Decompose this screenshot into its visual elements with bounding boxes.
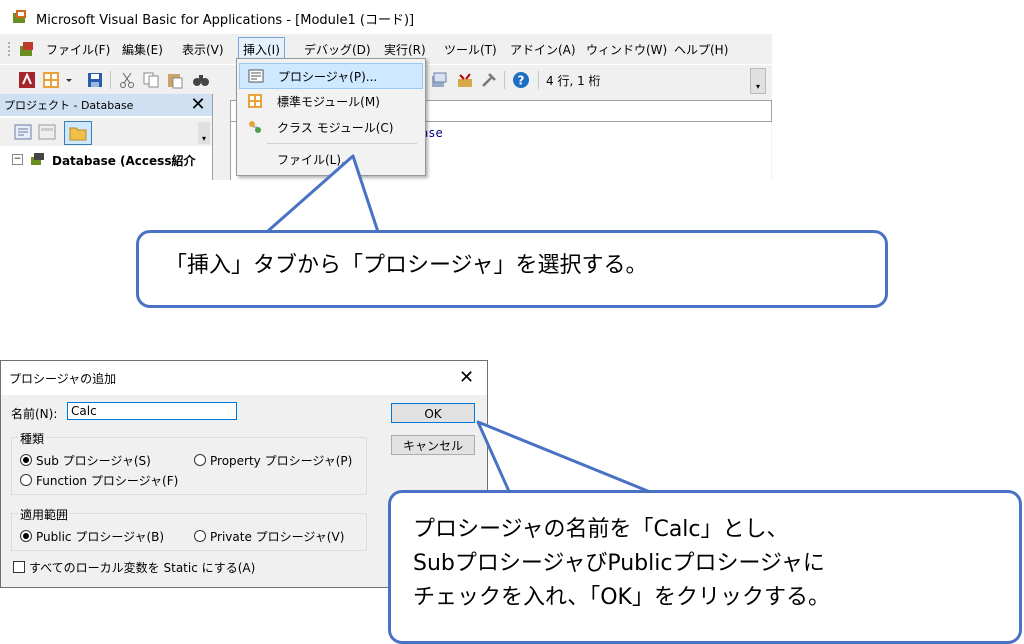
- vba-app-icon: [13, 10, 26, 23]
- tools-icon[interactable]: [480, 71, 498, 89]
- dialog-title: プロシージャの追加: [9, 372, 117, 386]
- scope-group-title: 適用範囲: [18, 506, 71, 523]
- menu-item-label: プロシージャ(P)...: [278, 70, 378, 84]
- object-browser-icon[interactable]: [430, 71, 448, 89]
- tree-collapse-toggle[interactable]: −: [12, 154, 23, 165]
- vba-project-icon: [31, 153, 44, 165]
- static-checkbox[interactable]: [13, 561, 25, 573]
- callout-joint: [521, 493, 656, 501]
- project-explorer-header: プロジェクト - Database ✕: [0, 94, 212, 116]
- procedure-icon: [248, 69, 264, 83]
- find-icon[interactable]: [192, 71, 210, 89]
- cursor-position-status: 4 行, 1 桁: [546, 74, 601, 88]
- callout-line-2: SubプロシージャびPublicプロシージャに: [413, 551, 825, 576]
- radio-property[interactable]: [194, 454, 206, 466]
- ok-button[interactable]: OK: [391, 403, 475, 423]
- project-tree: − Database (Access紹介: [0, 150, 212, 180]
- radio-function-label[interactable]: Function プロシージャ(F): [36, 472, 178, 489]
- toolbar-overflow-chevron[interactable]: ▾: [750, 68, 766, 94]
- view-object-icon[interactable]: [38, 124, 56, 140]
- radio-public-label[interactable]: Public プロシージャ(B): [36, 528, 164, 545]
- access-view-icon[interactable]: [18, 71, 36, 89]
- toolbox-icon[interactable]: [456, 71, 474, 89]
- class-module-icon: [249, 121, 261, 133]
- project-explorer-toolbar: ▾: [0, 118, 212, 146]
- scope-group: 適用範囲 Public プロシージャ(B) Private プロシージャ(V): [11, 506, 367, 551]
- save-icon[interactable]: [86, 71, 104, 89]
- folder-icon: [69, 127, 87, 141]
- module-icon: [248, 94, 262, 108]
- callout-insert-step: 「挿入」タブから「プロシージャ」を選択する。: [136, 230, 888, 308]
- toolbar-overflow-chevron[interactable]: ▾: [198, 122, 210, 144]
- vba-project-icon[interactable]: [18, 40, 36, 58]
- menu-window[interactable]: ウィンドウ(W): [586, 41, 667, 58]
- menu-help[interactable]: ヘルプ(H): [674, 41, 728, 58]
- callout-line-1: プロシージャの名前を「Calc」とし、: [413, 517, 789, 542]
- kind-group-title: 種類: [18, 430, 47, 447]
- close-icon[interactable]: ✕: [459, 367, 474, 388]
- toggle-folders-button[interactable]: [64, 121, 92, 145]
- close-icon[interactable]: ✕: [188, 95, 208, 115]
- title-bar: Microsoft Visual Basic for Applications …: [0, 0, 772, 34]
- cut-icon[interactable]: [118, 71, 136, 89]
- chevron-down-icon[interactable]: [64, 71, 74, 89]
- callout-joint: [262, 233, 376, 239]
- radio-function[interactable]: [20, 474, 32, 486]
- insert-module-icon[interactable]: [42, 71, 60, 89]
- project-explorer: プロジェクト - Database ✕ ▾ − Database (Access…: [0, 94, 213, 180]
- callout-pointer: [259, 154, 382, 240]
- static-checkbox-label[interactable]: すべてのローカル変数を Static にする(A): [29, 559, 255, 576]
- project-explorer-title: プロジェクト - Database: [4, 99, 134, 112]
- dialog-title-bar: プロシージャの追加 ✕: [1, 361, 487, 395]
- menu-addins[interactable]: アドイン(A): [510, 41, 576, 58]
- cancel-button[interactable]: キャンセル: [391, 435, 475, 455]
- radio-sub[interactable]: [20, 454, 32, 466]
- menu-view[interactable]: 表示(V): [182, 41, 224, 58]
- radio-private-label[interactable]: Private プロシージャ(V): [210, 528, 344, 545]
- radio-public[interactable]: [20, 530, 32, 542]
- kind-group: 種類 Sub プロシージャ(S) Property プロシージャ(P) Func…: [11, 430, 367, 495]
- radio-sub-label[interactable]: Sub プロシージャ(S): [36, 452, 151, 469]
- window-title: Microsoft Visual Basic for Applications …: [36, 13, 415, 28]
- callout-dialog-step: プロシージャの名前を「Calc」とし、 SubプロシージャびPublicプロシー…: [388, 490, 1022, 644]
- copy-icon[interactable]: [142, 71, 160, 89]
- menu-item-label: クラス モジュール(C): [277, 121, 394, 135]
- paste-icon[interactable]: [166, 71, 184, 89]
- menu-debug[interactable]: デバッグ(D): [304, 41, 371, 58]
- callout-line-3: チェックを入れ、「OK」をクリックする。: [413, 585, 830, 610]
- menu-edit[interactable]: 編集(E): [122, 41, 163, 58]
- radio-private[interactable]: [194, 530, 206, 542]
- grip-icon: [8, 42, 10, 56]
- menu-run[interactable]: 実行(R): [384, 41, 426, 58]
- menu-item-class-module[interactable]: クラス モジュール(C): [239, 115, 421, 139]
- menu-tools[interactable]: ツール(T): [444, 41, 497, 58]
- view-code-icon[interactable]: [14, 124, 32, 140]
- menu-item-label: 標準モジュール(M): [277, 95, 380, 109]
- radio-property-label[interactable]: Property プロシージャ(P): [210, 452, 352, 469]
- menu-item-standard-module[interactable]: 標準モジュール(M): [239, 89, 421, 113]
- procedure-name-input[interactable]: [67, 402, 237, 420]
- svg-text:?: ?: [518, 74, 525, 88]
- tree-root-label[interactable]: Database (Access紹介: [52, 152, 195, 169]
- help-icon[interactable]: ?: [512, 71, 530, 89]
- menu-file[interactable]: ファイル(F): [46, 41, 110, 58]
- menu-item-procedure[interactable]: プロシージャ(P)...: [239, 63, 423, 89]
- name-label: 名前(N):: [11, 407, 58, 421]
- menu-separator: [267, 143, 417, 144]
- callout-text: 「挿入」タブから「プロシージャ」を選択する。: [165, 253, 648, 278]
